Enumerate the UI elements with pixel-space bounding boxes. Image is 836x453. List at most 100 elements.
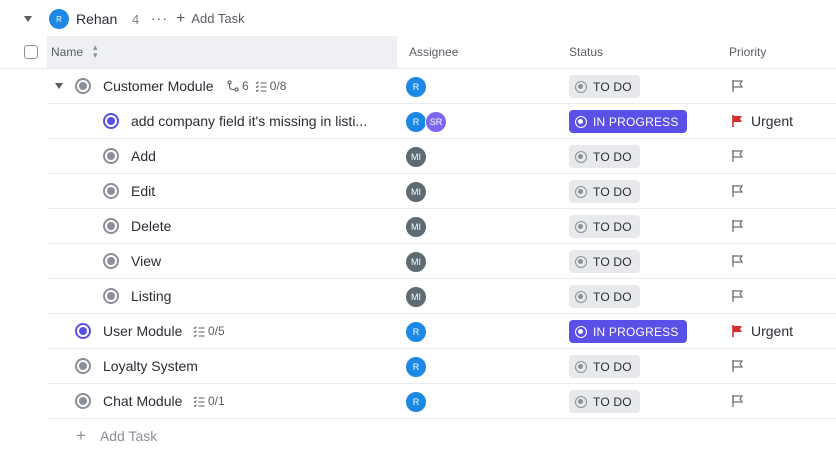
- status-circle-icon[interactable]: [103, 253, 119, 269]
- name-column-header[interactable]: [47, 36, 397, 68]
- assignee-column-label[interactable]: Assignee: [409, 45, 458, 59]
- status-ring-icon: [575, 255, 587, 268]
- task-row[interactable]: View MI TO DO: [47, 244, 836, 279]
- select-all-checkbox[interactable]: [24, 45, 38, 59]
- status-circle-icon[interactable]: [75, 78, 91, 94]
- priority-flag-icon[interactable]: [730, 184, 744, 201]
- assignee-avatar[interactable]: MI: [405, 251, 427, 273]
- task-name[interactable]: View: [131, 253, 161, 269]
- status-circle-icon[interactable]: [103, 183, 119, 199]
- urgent-flag-icon[interactable]: [730, 324, 744, 341]
- task-name[interactable]: Loyalty System: [103, 358, 198, 374]
- priority-flag-icon[interactable]: [730, 254, 744, 271]
- group-task-count: 4: [132, 12, 140, 27]
- assignee-avatar[interactable]: MI: [405, 286, 427, 308]
- assignee-avatar[interactable]: MI: [405, 181, 427, 203]
- checklist-icon: [255, 81, 267, 92]
- assignee-avatar[interactable]: R: [405, 111, 427, 133]
- group-header: R Rehan 4 ··· + Add Task: [0, 0, 836, 38]
- plus-icon: +: [76, 426, 86, 445]
- subtasks-count: 6: [242, 79, 249, 93]
- priority-label: Urgent: [751, 323, 794, 339]
- urgent-flag-icon[interactable]: [730, 114, 744, 131]
- task-name[interactable]: Delete: [131, 218, 171, 234]
- status-badge[interactable]: TO DO: [569, 250, 640, 273]
- assignee-avatar[interactable]: SR: [425, 111, 447, 133]
- checklist-icon: [193, 396, 205, 407]
- status-ring-icon: [575, 185, 587, 198]
- status-badge[interactable]: TO DO: [569, 390, 640, 413]
- assignee-avatar[interactable]: MI: [405, 216, 427, 238]
- priority-column-label[interactable]: Priority: [729, 45, 766, 59]
- status-badge[interactable]: TO DO: [569, 145, 640, 168]
- status-badge[interactable]: TO DO: [569, 180, 640, 203]
- status-ring-icon: [575, 360, 587, 373]
- status-circle-icon[interactable]: [75, 323, 91, 339]
- status-badge[interactable]: TO DO: [569, 285, 640, 308]
- assignee-avatar[interactable]: MI: [405, 146, 427, 168]
- task-name[interactable]: Edit: [131, 183, 155, 199]
- checklist-count: 0/5: [208, 324, 225, 338]
- status-badge[interactable]: TO DO: [569, 355, 640, 378]
- priority-flag-icon[interactable]: [730, 359, 744, 376]
- status-label: TO DO: [593, 184, 632, 199]
- task-name[interactable]: add company field it's missing in listi.…: [131, 113, 367, 129]
- expand-caret-icon[interactable]: [55, 83, 63, 89]
- sort-icon[interactable]: ▴ ▾: [93, 43, 98, 60]
- task-meta: 6 0/8: [227, 79, 286, 93]
- priority-flag-icon[interactable]: [730, 394, 744, 411]
- status-label: IN PROGRESS: [593, 324, 679, 339]
- status-badge[interactable]: TO DO: [569, 215, 640, 238]
- status-circle-icon[interactable]: [103, 113, 119, 129]
- assignee-avatar[interactable]: R: [405, 356, 427, 378]
- status-circle-icon[interactable]: [103, 148, 119, 164]
- status-ring-icon: [575, 150, 587, 163]
- priority-flag-icon[interactable]: [730, 149, 744, 166]
- task-row[interactable]: Chat Module 0/1 R TO DO: [47, 384, 836, 419]
- task-name[interactable]: User Module: [103, 323, 182, 339]
- task-row[interactable]: User Module 0/5 R IN PROGRESS Urgent: [47, 314, 836, 349]
- status-ring-icon: [575, 220, 587, 233]
- status-label: TO DO: [593, 79, 632, 94]
- task-name[interactable]: Listing: [131, 288, 171, 304]
- more-options-icon[interactable]: ···: [151, 10, 168, 26]
- status-label: TO DO: [593, 149, 632, 164]
- assignee-avatar[interactable]: R: [405, 321, 427, 343]
- priority-flag-icon[interactable]: [730, 289, 744, 306]
- assignee-avatar[interactable]: R: [405, 391, 427, 413]
- checklist-count: 0/1: [208, 394, 225, 408]
- task-row[interactable]: Delete MI TO DO: [47, 209, 836, 244]
- status-circle-icon[interactable]: [103, 218, 119, 234]
- task-row[interactable]: Edit MI TO DO: [47, 174, 836, 209]
- status-badge[interactable]: IN PROGRESS: [569, 110, 687, 133]
- checklist-count: 0/8: [269, 79, 287, 93]
- status-label: TO DO: [593, 394, 632, 409]
- status-circle-icon[interactable]: [103, 288, 119, 304]
- add-task-button[interactable]: + Add Task: [176, 9, 245, 27]
- task-name[interactable]: Customer Module: [103, 78, 214, 94]
- task-name[interactable]: Add: [131, 148, 156, 164]
- add-task-footer-button[interactable]: + Add Task: [76, 426, 157, 445]
- status-column-label[interactable]: Status: [569, 45, 603, 59]
- priority-flag-icon[interactable]: [730, 219, 744, 236]
- status-label: TO DO: [593, 359, 632, 374]
- task-meta: 0/5: [193, 324, 225, 338]
- status-badge[interactable]: TO DO: [569, 75, 640, 98]
- status-circle-icon[interactable]: [75, 358, 91, 374]
- collapse-caret-icon[interactable]: [24, 16, 32, 22]
- status-badge[interactable]: IN PROGRESS: [569, 320, 687, 343]
- assignee-avatar[interactable]: R: [405, 76, 427, 98]
- task-row[interactable]: Add MI TO DO: [47, 139, 836, 174]
- task-row[interactable]: Listing MI TO DO: [47, 279, 836, 314]
- status-label: IN PROGRESS: [593, 114, 679, 129]
- priority-flag-icon[interactable]: [730, 79, 744, 96]
- status-ring-icon: [575, 80, 587, 93]
- task-row[interactable]: Loyalty System R TO DO: [47, 349, 836, 384]
- priority-label: Urgent: [751, 113, 794, 129]
- plus-icon: +: [176, 9, 186, 27]
- status-circle-icon[interactable]: [75, 393, 91, 409]
- status-ring-icon: [575, 115, 587, 128]
- task-name[interactable]: Chat Module: [103, 393, 182, 409]
- task-row[interactable]: add company field it's missing in listi.…: [47, 104, 836, 139]
- task-row[interactable]: Customer Module 6 0/8 R TO DO: [47, 69, 836, 104]
